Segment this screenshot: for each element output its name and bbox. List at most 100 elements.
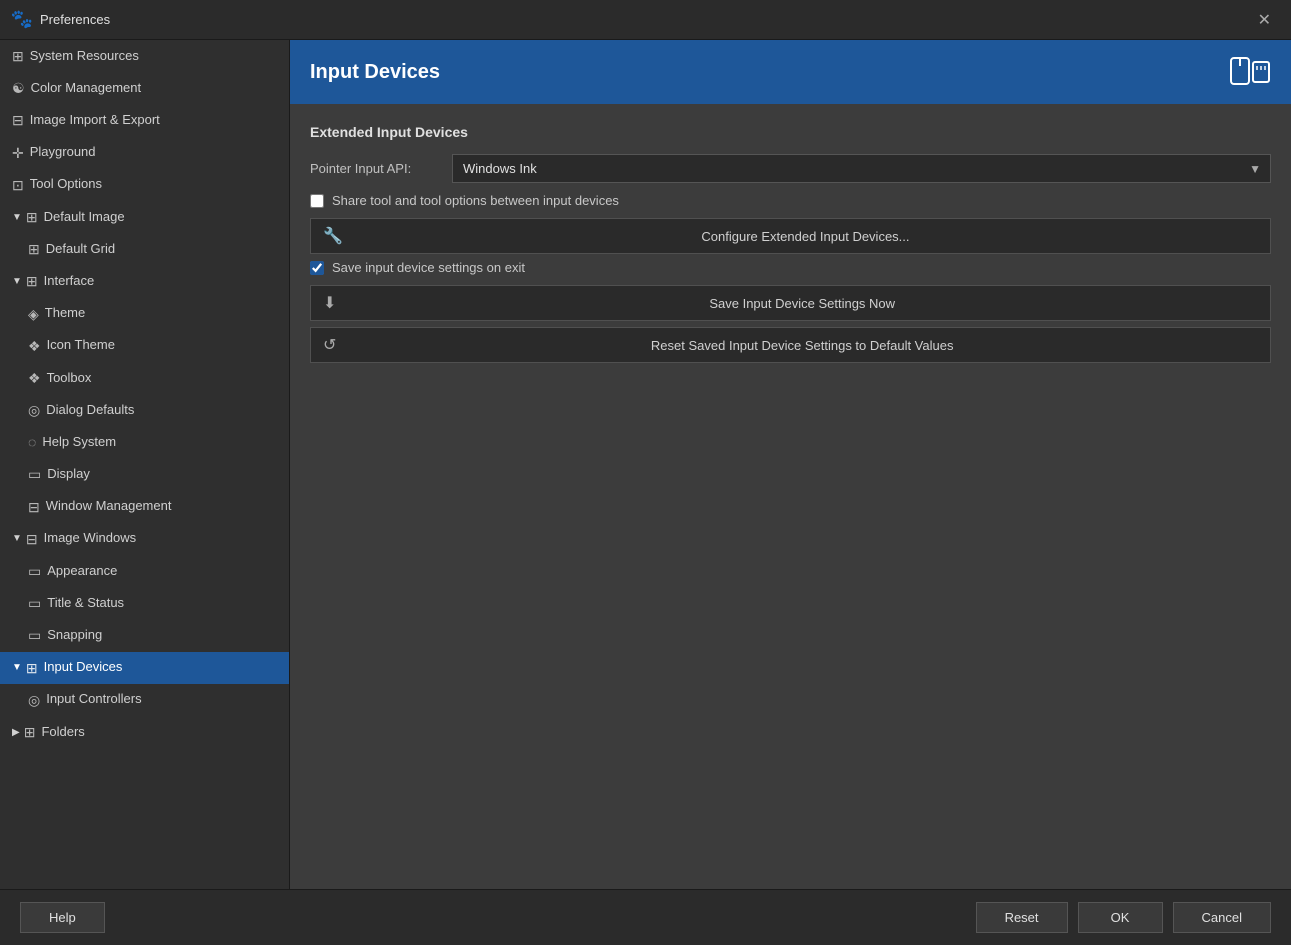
arrow-icon: ▶ (12, 726, 20, 739)
arrow-icon: ▼ (12, 275, 22, 288)
sidebar-label: Default Grid (46, 241, 115, 258)
sidebar-item-theme[interactable]: ◈Theme (0, 298, 289, 330)
pointer-input-label: Pointer Input API: (310, 161, 440, 176)
main-layout: ⊞System Resources☯Color Management⊟Image… (0, 40, 1291, 889)
configure-devices-button[interactable]: Configure Extended Input Devices... (353, 229, 1258, 244)
color-management-icon: ☯ (12, 79, 25, 97)
input-devices-icon: ⊞ (26, 659, 38, 677)
sidebar-item-snapping[interactable]: ▭Snapping (0, 619, 289, 651)
sidebar-label: Folders (41, 724, 84, 741)
ok-button[interactable]: OK (1078, 902, 1163, 933)
sidebar-label: Input Devices (44, 659, 123, 676)
sidebar-label: Toolbox (47, 370, 92, 387)
sidebar-item-color-management[interactable]: ☯ Color Management (0, 72, 289, 104)
sidebar-item-input-controllers[interactable]: ◎ Input Controllers (0, 684, 289, 716)
image-import-export-icon: ⊟ (12, 111, 24, 129)
cancel-button[interactable]: Cancel (1173, 902, 1271, 933)
title-bar: 🐾 Preferences ✕ (0, 0, 1291, 40)
save-icon: ⬇ (323, 293, 336, 313)
sidebar-item-system-resources[interactable]: ⊞ System Resources (0, 40, 289, 72)
sidebar-item-input-devices[interactable]: ▼ ⊞ Input Devices (0, 652, 289, 684)
input-controllers-icon: ◎ (28, 691, 40, 709)
save-on-exit-checkbox[interactable] (310, 261, 324, 275)
footer-right: Reset OK Cancel (976, 902, 1271, 933)
sidebar-label: Help System (42, 434, 116, 451)
arrow-icon: ▼ (12, 661, 22, 674)
sidebar-item-help-system[interactable]: ◌ Help System (0, 426, 289, 458)
system-resources-icon: ⊞ (12, 47, 24, 65)
window-management-icon: ⊟ (28, 498, 40, 516)
save-on-exit-label[interactable]: Save input device settings on exit (332, 260, 525, 275)
appearance-icon: ▭ (28, 562, 41, 580)
sidebar-label: Window Management (46, 498, 172, 515)
reset-settings-button[interactable]: Reset Saved Input Device Settings to Def… (346, 338, 1258, 353)
configure-devices-row[interactable]: 🔧 Configure Extended Input Devices... (310, 218, 1271, 254)
sidebar-item-display[interactable]: ▭Display (0, 458, 289, 490)
help-button[interactable]: Help (20, 902, 105, 933)
sidebar-item-folders[interactable]: ▶ ⊞ Folders (0, 716, 289, 748)
sidebar-label: Image Windows (44, 530, 136, 547)
reset-settings-row[interactable]: ↺ Reset Saved Input Device Settings to D… (310, 327, 1271, 363)
display-icon: ▭ (28, 465, 41, 483)
sidebar-label: Icon Theme (47, 337, 115, 354)
share-tool-row: Share tool and tool options between inpu… (310, 193, 1271, 208)
content-area: Input Devices Extended Input Devices Poi… (290, 40, 1291, 889)
content-body: Extended Input Devices Pointer Input API… (290, 104, 1291, 889)
sidebar-label: Snapping (47, 627, 102, 644)
folders-icon: ⊞ (24, 723, 36, 741)
arrow-icon: ▼ (12, 532, 22, 545)
content-header: Input Devices (290, 40, 1291, 104)
footer: Help Reset OK Cancel (0, 889, 1291, 945)
close-button[interactable]: ✕ (1250, 6, 1279, 34)
wrench-icon: 🔧 (323, 226, 343, 246)
content-title: Input Devices (310, 61, 440, 84)
help-system-icon: ◌ (28, 433, 36, 451)
reset-icon: ↺ (323, 335, 336, 355)
share-tool-checkbox[interactable] (310, 194, 324, 208)
sidebar-label: Input Controllers (46, 691, 141, 708)
sidebar-item-window-management[interactable]: ⊟ Window Management (0, 491, 289, 523)
sidebar-item-playground[interactable]: ✛Playground (0, 137, 289, 169)
sidebar-item-default-image[interactable]: ▼⊞Default Image (0, 201, 289, 233)
sidebar-label: Interface (44, 273, 95, 290)
sidebar-label: Dialog Defaults (46, 402, 134, 419)
sidebar-item-toolbox[interactable]: ❖ Toolbox (0, 362, 289, 394)
sidebar-item-default-grid[interactable]: ⊞ Default Grid (0, 233, 289, 265)
default-grid-icon: ⊞ (28, 240, 40, 258)
sidebar: ⊞System Resources☯Color Management⊟Image… (0, 40, 290, 889)
sidebar-label: Image Import & Export (30, 112, 160, 129)
reset-button[interactable]: Reset (976, 902, 1068, 933)
arrow-icon: ▼ (12, 211, 22, 224)
theme-icon: ◈ (28, 305, 39, 323)
icon-theme-icon: ❖ (28, 337, 41, 355)
sidebar-item-icon-theme[interactable]: ❖ Icon Theme (0, 330, 289, 362)
save-on-exit-row: Save input device settings on exit (310, 260, 1271, 275)
sidebar-label: Appearance (47, 563, 117, 580)
section-title: Extended Input Devices (310, 124, 1271, 140)
playground-icon: ✛ (12, 144, 24, 162)
image-windows-icon: ⊟ (26, 530, 38, 548)
sidebar-label: System Resources (30, 48, 139, 65)
interface-icon: ⊞ (26, 272, 38, 290)
title-status-icon: ▭ (28, 594, 41, 612)
app-icon: 🐾 (12, 10, 32, 30)
pointer-input-dropdown[interactable]: Windows InkWinTabNone (452, 154, 1271, 183)
sidebar-item-appearance[interactable]: ▭ Appearance (0, 555, 289, 587)
sidebar-item-interface[interactable]: ▼ ⊞ Interface (0, 265, 289, 297)
toolbox-icon: ❖ (28, 369, 41, 387)
sidebar-item-dialog-defaults[interactable]: ◎Dialog Defaults (0, 394, 289, 426)
sidebar-item-title-status[interactable]: ▭ Title & Status (0, 587, 289, 619)
sidebar-label: Title & Status (47, 595, 124, 612)
sidebar-label: Color Management (31, 80, 142, 97)
window-title: Preferences (40, 12, 1250, 27)
tool-options-icon: ⊡ (12, 176, 24, 194)
sidebar-label: Tool Options (30, 176, 102, 193)
pointer-input-dropdown-wrapper: Windows InkWinTabNone ▼ (452, 154, 1271, 183)
sidebar-item-image-windows[interactable]: ▼ ⊟ Image Windows (0, 523, 289, 555)
share-tool-label[interactable]: Share tool and tool options between inpu… (332, 193, 619, 208)
save-now-row[interactable]: ⬇ Save Input Device Settings Now (310, 285, 1271, 321)
sidebar-item-image-import-export[interactable]: ⊟ Image Import & Export (0, 104, 289, 136)
sidebar-item-tool-options[interactable]: ⊡ Tool Options (0, 169, 289, 201)
sidebar-label: Default Image (44, 209, 125, 226)
save-now-button[interactable]: Save Input Device Settings Now (346, 296, 1258, 311)
